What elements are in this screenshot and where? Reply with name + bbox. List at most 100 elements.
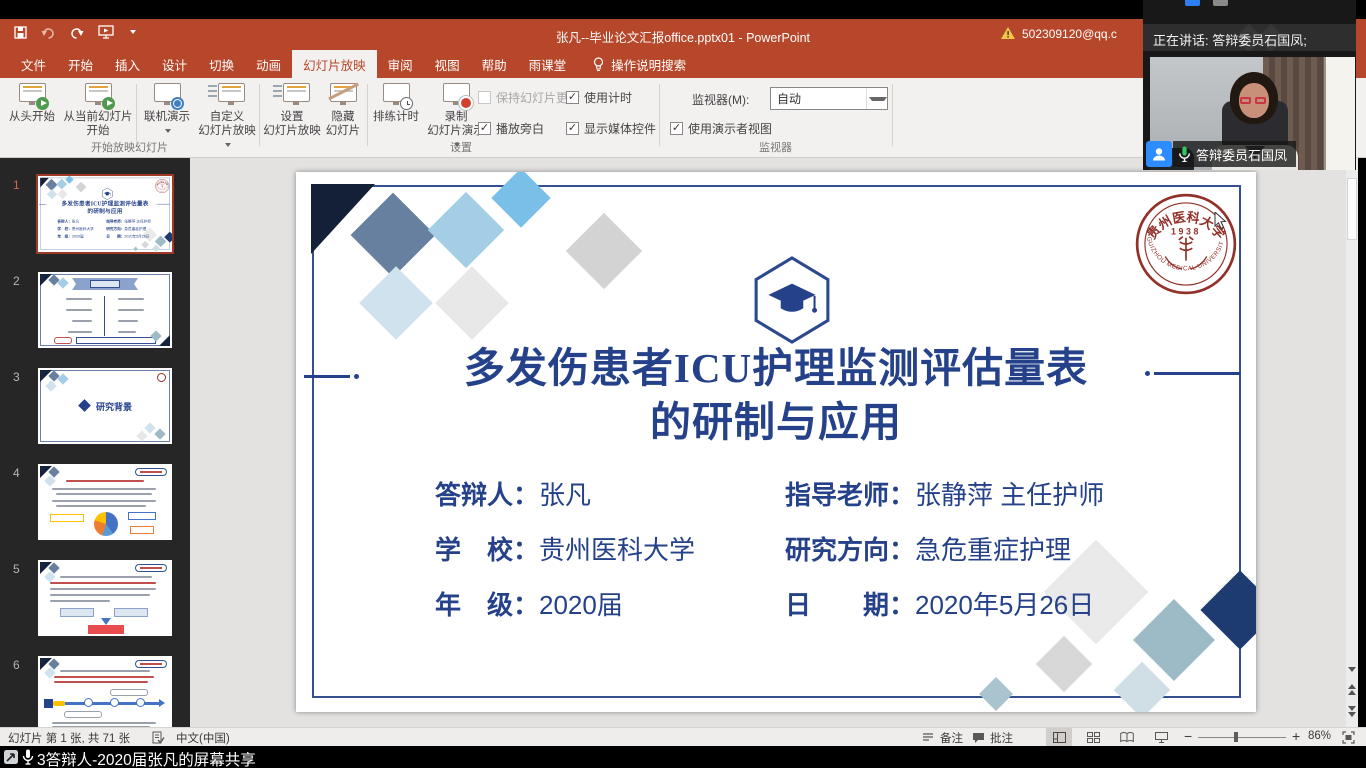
info-defender[interactable]: 答辩人：张凡 [57,218,79,223]
slide-title-line1[interactable]: 多发伤患者ICU护理监测评估量表 [336,344,1216,392]
slide-sorter-view-button[interactable] [1080,728,1106,746]
thumbnail-slide-3[interactable]: 研究背景 [38,368,172,444]
mini-timeline-node [84,698,93,707]
mini-timeline-arrow [159,699,165,707]
title-decoration-line [304,375,350,378]
tab-rain-classroom[interactable]: 雨课堂 [518,50,578,78]
mini-pie-chart [94,512,118,536]
play-narrations-checkbox[interactable]: ✓播放旁白 [478,120,544,137]
window-background [1324,57,1355,170]
glasses-right-lens [1255,97,1266,104]
keep-slides-updated-checkbox[interactable]: 保持幻灯片更新 [478,89,580,106]
tab-insert[interactable]: 插入 [104,50,151,78]
tab-help[interactable]: 帮助 [471,50,518,78]
screen-share-bar: 3答辩人-2020届张凡的屏幕共享 [0,746,1366,768]
scroll-down-button[interactable] [1346,662,1358,677]
scrollbar-thumb[interactable] [1347,178,1357,240]
mini-timeline-node [110,698,119,707]
use-presenter-view-checkbox[interactable]: ✓使用演示者视图 [670,120,772,137]
tab-design[interactable]: 设计 [151,50,198,78]
participant-name: 答辩委员石国凤 [1196,145,1287,164]
info-school[interactable]: 学 校：贵州医科大学 [435,530,695,567]
start-group-label: 开始放映幻灯片 [0,139,259,155]
tab-file[interactable]: 文件 [10,50,57,78]
fit-to-window-icon[interactable] [1342,731,1355,744]
info-date[interactable]: 日 期：2020年5月26日 [106,234,149,239]
tab-review[interactable]: 审阅 [377,50,424,78]
mini-callout-yellow [50,514,84,522]
notes-button[interactable]: 备注 [940,730,963,746]
info-school[interactable]: 学 校：贵州医科大学 [57,226,93,231]
speaking-banner: 正在讲话: 答辩委员石国凤; [1143,24,1356,51]
tab-transitions[interactable]: 切换 [198,50,245,78]
slide-counter[interactable]: 幻灯片 第 1 张, 共 71 张 [8,730,130,746]
info-grade[interactable]: 年 级：2020届 [57,234,83,239]
slide-number: 2 [13,274,20,288]
thumbnail-slide-6[interactable] [38,656,172,727]
monitor-dropdown[interactable]: 自动 [770,87,888,110]
tab-animations[interactable]: 动画 [245,50,292,78]
spell-check-icon[interactable] [152,731,165,744]
info-research-direction[interactable]: 研究方向：急危重症护理 [106,226,146,231]
language-indicator[interactable]: 中文(中国) [176,730,230,746]
info-supervisor[interactable]: 指导老师：张静萍 主任护师 [785,475,1104,512]
thumbnail-slide-4[interactable] [38,464,172,540]
separator [367,84,368,146]
comments-button[interactable]: 批注 [990,730,1013,746]
microphone-icon[interactable] [22,749,34,765]
mini-header-pill [135,660,167,668]
share-bar-text: 3答辩人-2020届张凡的屏幕共享 [37,748,256,768]
lightbulb-icon [593,57,604,72]
warning-icon[interactable] [1000,26,1016,40]
thumbnail-slide-2[interactable] [38,272,172,348]
right-black-strip [1358,158,1366,746]
zoom-in-button[interactable]: + [1292,728,1300,744]
next-slide-button[interactable] [1346,704,1358,719]
thumbnail-slide-5[interactable] [38,560,172,636]
normal-view-button[interactable] [1046,728,1072,746]
dropdown-chevron-icon[interactable] [866,88,887,109]
info-supervisor[interactable]: 指导老师：张静萍 主任护师 [106,218,151,223]
reading-view-button[interactable] [1114,728,1140,746]
tab-view[interactable]: 视图 [424,50,471,78]
setup-group-label: 设置 [263,139,659,155]
glasses-left-lens [1240,97,1251,104]
slide-number: 1 [13,178,20,192]
mini-timeline-node [136,698,145,707]
meeting-audio-indicator-icon[interactable] [1185,0,1200,6]
participant-avatar-badge[interactable] [1146,141,1172,167]
slide-title-line2[interactable]: 的研制与应用 [44,208,167,215]
tell-me-search[interactable]: 操作说明搜索 [593,50,686,78]
hide-slide-icon [325,82,361,108]
tab-home[interactable]: 开始 [57,50,104,78]
slide-title-line1[interactable]: 多发伤患者ICU护理监测评估量表 [44,200,167,207]
share-screen-icon[interactable] [3,749,19,765]
zoom-out-button[interactable]: − [1184,728,1192,744]
zoom-slider-thumb[interactable] [1234,732,1238,742]
meeting-overlay: 正在讲话: 答辩委员石国凤; 答辩委员石国凤 [1143,0,1356,170]
group-separator [892,84,893,146]
info-research-direction[interactable]: 研究方向：急危重症护理 [785,530,1071,567]
info-date[interactable]: 日 期：2020年5月26日 [785,585,1094,622]
vertical-scrollbar[interactable] [1346,158,1358,727]
slide-title-line2[interactable]: 的研制与应用 [336,398,1216,446]
show-media-controls-checkbox[interactable]: ✓显示媒体控件 [566,120,656,137]
account-email[interactable]: 502309120@qq.c [1022,27,1117,41]
info-defender[interactable]: 答辩人：张凡 [435,475,591,512]
university-seal-logo: 贵州医科大学 1938 GUIZHOU MEDICAL UNIVERSITY [1134,192,1238,296]
mini-callout-orange [130,526,154,534]
mini-logo [157,373,166,382]
slide-editing-canvas[interactable]: 贵州医科大学 1938 GUIZHOU MEDICAL UNIVERSITY 多… [190,158,1346,727]
info-grade[interactable]: 年 级：2020届 [435,585,623,622]
thumbnail-slide-1[interactable]: 贵州医科大学 1938 GUIZHOU MEDICAL UNIVERSITY 多… [38,176,172,252]
use-timings-checkbox[interactable]: ✓使用计时 [566,89,632,106]
zoom-slider-track[interactable] [1198,737,1286,738]
mini-timeline-start [44,699,53,708]
tab-slideshow[interactable]: 幻灯片放映 [292,50,377,78]
speaking-text: 正在讲话: 答辩委员石国凤; [1153,30,1307,49]
zoom-level[interactable]: 86% [1308,730,1331,742]
slideshow-view-button[interactable] [1148,728,1174,746]
meeting-video-indicator-icon[interactable] [1213,0,1228,6]
screen: 张凡--毕业论文汇报office.pptx01 - PowerPoint 502… [0,0,1366,768]
previous-slide-button[interactable] [1346,682,1358,697]
